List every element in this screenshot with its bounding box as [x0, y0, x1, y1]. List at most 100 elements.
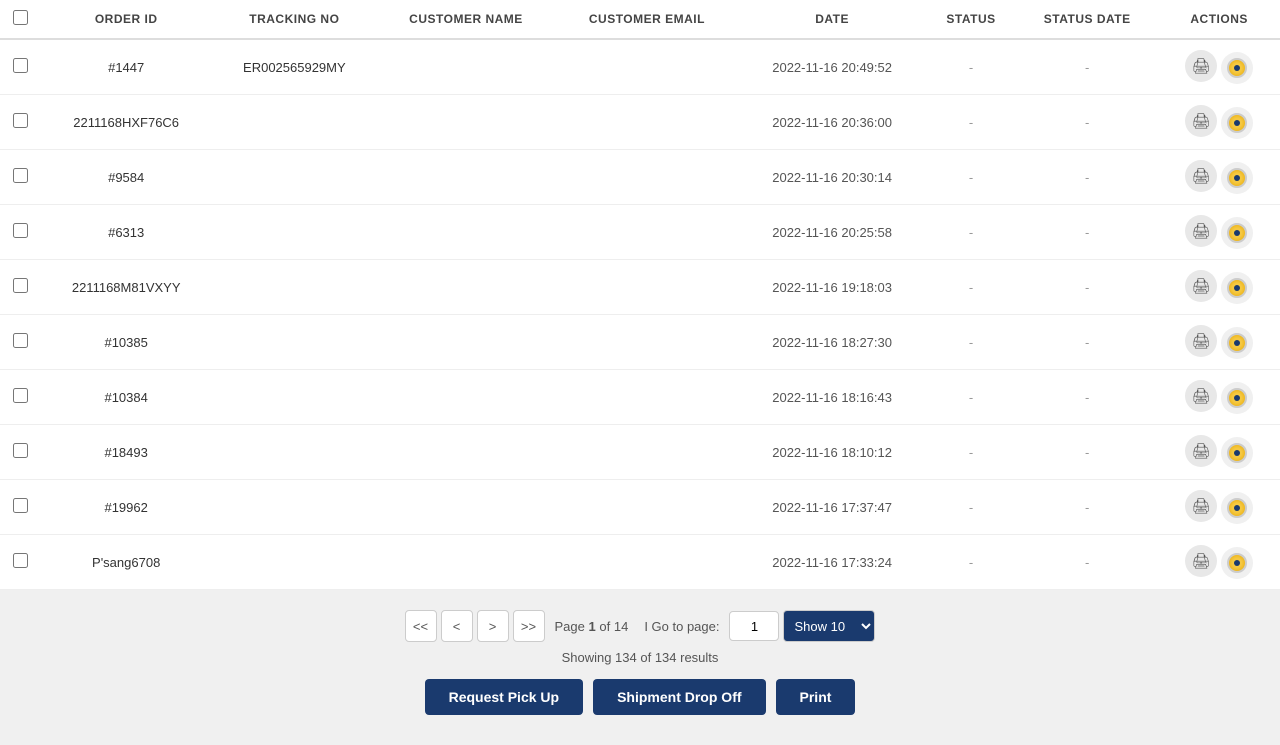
- date-cell: 2022-11-16 18:27:30: [738, 315, 926, 370]
- goto-label: I Go to page:: [644, 619, 719, 634]
- date-cell: 2022-11-16 19:18:03: [738, 260, 926, 315]
- print-row-button[interactable]: 🖨: [1185, 490, 1217, 522]
- view-row-button[interactable]: [1221, 162, 1253, 194]
- first-page-button[interactable]: <<: [405, 610, 437, 642]
- print-row-button[interactable]: 🖨: [1185, 215, 1217, 247]
- actions-cell: 🖨: [1158, 95, 1280, 150]
- next-page-button[interactable]: >: [477, 610, 509, 642]
- status-cell: -: [926, 205, 1016, 260]
- prev-page-button[interactable]: <: [441, 610, 473, 642]
- status-date-cell: -: [1016, 535, 1158, 590]
- row-checkbox[interactable]: [13, 58, 28, 73]
- row-checkbox-cell: [0, 150, 40, 205]
- print-row-button[interactable]: 🖨: [1185, 105, 1217, 137]
- actions-cell: 🖨: [1158, 535, 1280, 590]
- select-all-header[interactable]: [0, 0, 40, 39]
- actions-cell: 🖨: [1158, 480, 1280, 535]
- view-row-button[interactable]: [1221, 437, 1253, 469]
- pagination-area: << < > >> Page 1 of 14 I Go to page: Sho…: [0, 590, 1280, 745]
- print-row-button[interactable]: 🖨: [1185, 50, 1217, 82]
- row-checkbox[interactable]: [13, 223, 28, 238]
- row-checkbox-cell: [0, 425, 40, 480]
- request-pickup-button[interactable]: Request Pick Up: [425, 679, 583, 715]
- customer-name-cell: [376, 39, 555, 95]
- status-cell: -: [926, 260, 1016, 315]
- print-row-button[interactable]: 🖨: [1185, 545, 1217, 577]
- view-row-button[interactable]: [1221, 217, 1253, 249]
- col-order-id: ORDER ID: [40, 0, 212, 39]
- view-row-button[interactable]: [1221, 52, 1253, 84]
- status-cell: -: [926, 425, 1016, 480]
- view-row-button[interactable]: [1221, 492, 1253, 524]
- row-checkbox[interactable]: [13, 553, 28, 568]
- show-per-page-select[interactable]: Show 10 Show 20 Show 50 Show 100: [783, 610, 875, 642]
- view-row-button[interactable]: [1221, 272, 1253, 304]
- printer-icon: 🖨: [1192, 277, 1211, 295]
- customer-email-cell: [556, 425, 739, 480]
- print-row-button[interactable]: 🖨: [1185, 160, 1217, 192]
- tracking-no-cell: [212, 260, 376, 315]
- magnifier-icon: [1227, 223, 1247, 243]
- row-checkbox[interactable]: [13, 388, 28, 403]
- status-date-cell: -: [1016, 39, 1158, 95]
- print-row-button[interactable]: 🖨: [1185, 380, 1217, 412]
- magnifier-icon: [1227, 278, 1247, 298]
- print-row-button[interactable]: 🖨: [1185, 270, 1217, 302]
- actions-cell: 🖨: [1158, 260, 1280, 315]
- table-row: #199622022-11-16 17:37:47--🖨: [0, 480, 1280, 535]
- status-cell: -: [926, 370, 1016, 425]
- table-row: #1447ER002565929MY2022-11-16 20:49:52--🖨: [0, 39, 1280, 95]
- col-customer-name: CUSTOMER NAME: [376, 0, 555, 39]
- view-row-button[interactable]: [1221, 327, 1253, 359]
- status-date-cell: -: [1016, 480, 1158, 535]
- view-row-button[interactable]: [1221, 547, 1253, 579]
- table-row: #63132022-11-16 20:25:58--🖨: [0, 205, 1280, 260]
- tracking-no-cell: [212, 95, 376, 150]
- orders-table: ORDER ID TRACKING NO CUSTOMER NAME CUSTO…: [0, 0, 1280, 590]
- tracking-no-cell: [212, 150, 376, 205]
- actions-cell: 🖨: [1158, 39, 1280, 95]
- col-date: DATE: [738, 0, 926, 39]
- order-id-cell: #9584: [40, 150, 212, 205]
- date-cell: 2022-11-16 17:37:47: [738, 480, 926, 535]
- print-button[interactable]: Print: [776, 679, 856, 715]
- customer-name-cell: [376, 150, 555, 205]
- customer-email-cell: [556, 480, 739, 535]
- row-checkbox-cell: [0, 39, 40, 95]
- view-row-button[interactable]: [1221, 382, 1253, 414]
- table-row: #95842022-11-16 20:30:14--🖨: [0, 150, 1280, 205]
- actions-cell: 🖨: [1158, 315, 1280, 370]
- row-checkbox[interactable]: [13, 278, 28, 293]
- tracking-no-cell: [212, 205, 376, 260]
- view-row-button[interactable]: [1221, 107, 1253, 139]
- row-checkbox[interactable]: [13, 333, 28, 348]
- status-cell: -: [926, 95, 1016, 150]
- order-id-cell: 2211168M81VXYY: [40, 260, 212, 315]
- goto-page-input[interactable]: [729, 611, 779, 641]
- print-row-button[interactable]: 🖨: [1185, 435, 1217, 467]
- order-id-cell: #6313: [40, 205, 212, 260]
- status-date-cell: -: [1016, 205, 1158, 260]
- shipment-dropoff-button[interactable]: Shipment Drop Off: [593, 679, 765, 715]
- date-cell: 2022-11-16 18:10:12: [738, 425, 926, 480]
- date-cell: 2022-11-16 20:30:14: [738, 150, 926, 205]
- date-cell: 2022-11-16 20:36:00: [738, 95, 926, 150]
- tracking-no-cell: [212, 535, 376, 590]
- customer-name-cell: [376, 535, 555, 590]
- select-all-checkbox[interactable]: [13, 10, 28, 25]
- row-checkbox[interactable]: [13, 443, 28, 458]
- row-checkbox-cell: [0, 480, 40, 535]
- customer-name-cell: [376, 205, 555, 260]
- printer-icon: 🖨: [1192, 57, 1211, 75]
- last-page-button[interactable]: >>: [513, 610, 545, 642]
- row-checkbox[interactable]: [13, 498, 28, 513]
- status-cell: -: [926, 39, 1016, 95]
- magnifier-icon: [1227, 58, 1247, 78]
- row-checkbox[interactable]: [13, 168, 28, 183]
- status-cell: -: [926, 535, 1016, 590]
- printer-icon: 🖨: [1192, 497, 1211, 515]
- row-checkbox-cell: [0, 315, 40, 370]
- row-checkbox[interactable]: [13, 113, 28, 128]
- customer-email-cell: [556, 39, 739, 95]
- print-row-button[interactable]: 🖨: [1185, 325, 1217, 357]
